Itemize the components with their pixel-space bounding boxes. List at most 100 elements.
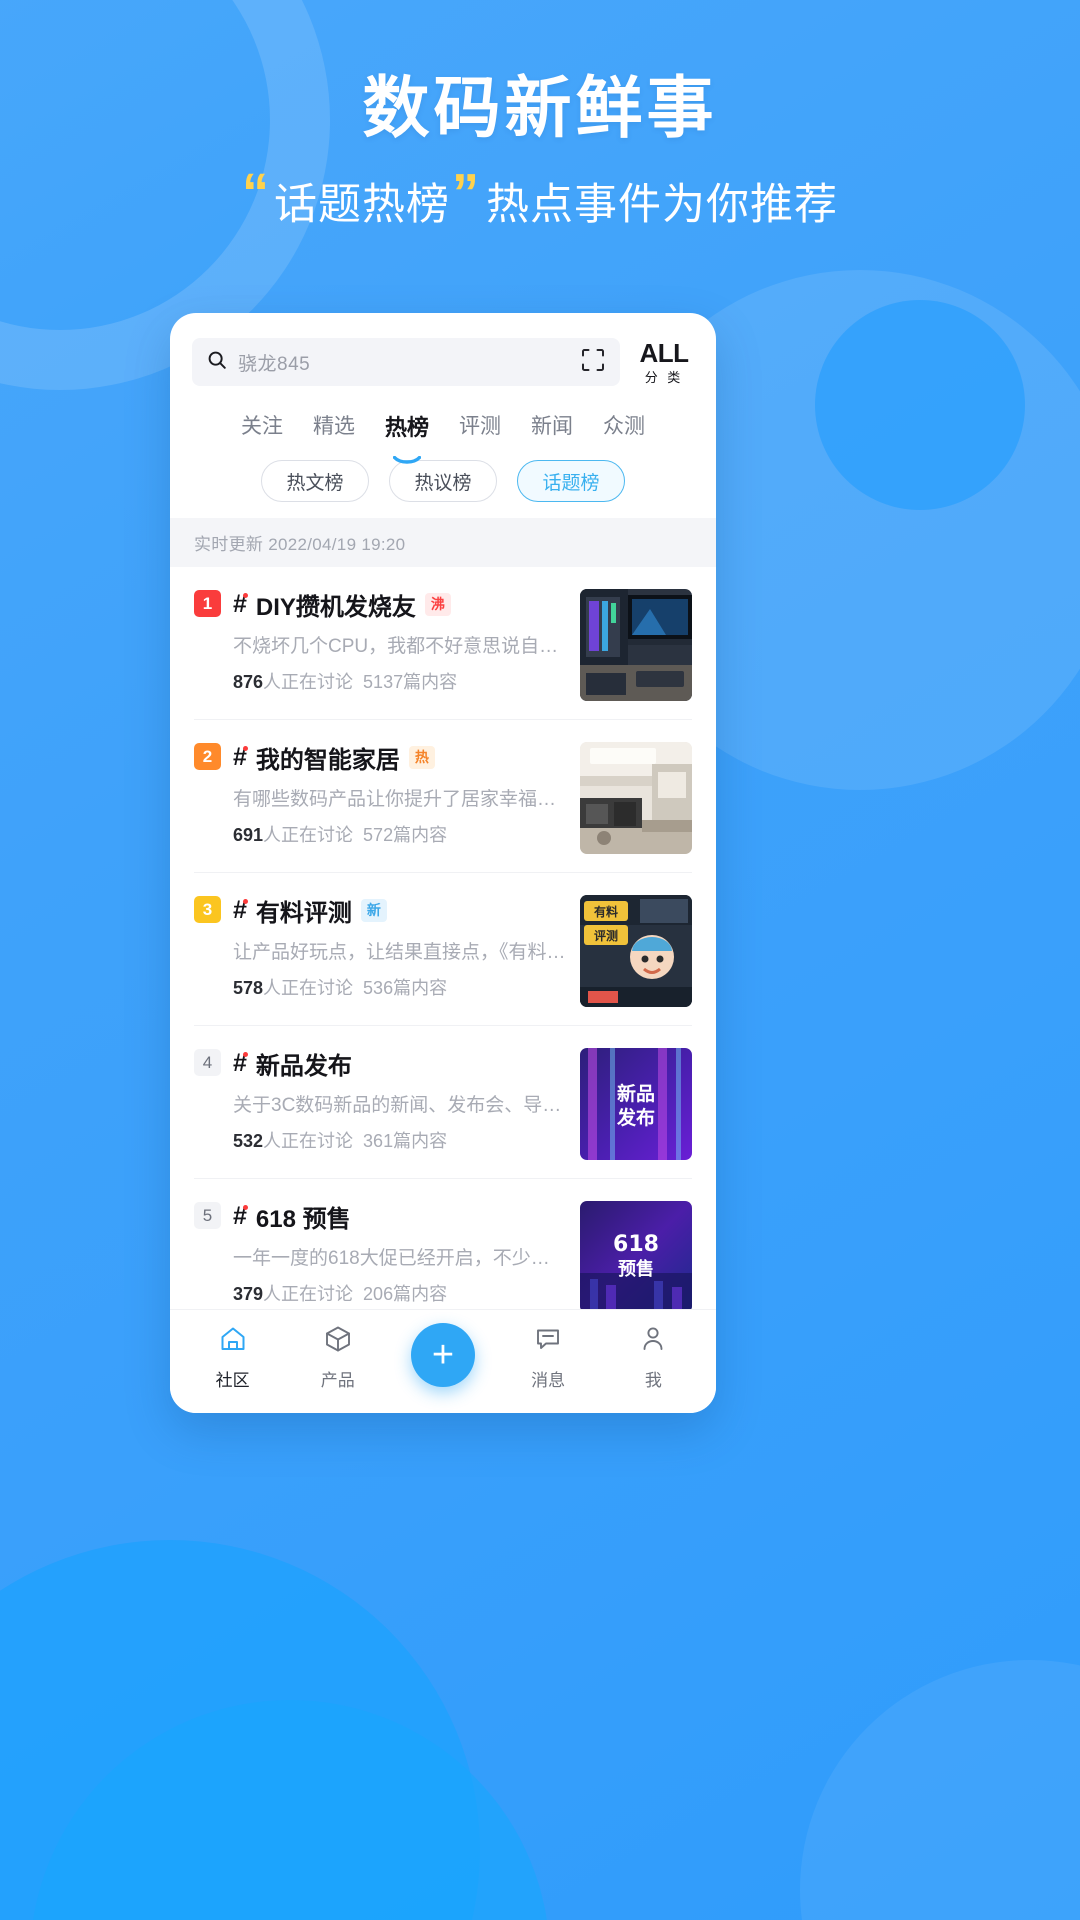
add-button[interactable]: + [410, 1322, 475, 1387]
phone-app-mockup: 骁龙845 ALL 分 类 关注 精选 热榜 评测 新闻 众测 热文榜 热议榜 … [170, 313, 716, 1413]
chip-label: 话题榜 [542, 472, 600, 494]
discussing-suffix: 人正在讨论 [263, 672, 354, 692]
search-input-value: 骁龙845 [238, 353, 311, 375]
tab-active-underline-icon [392, 444, 422, 464]
tab-label: 众测 [603, 415, 645, 438]
svg-text:发布: 发布 [616, 1106, 655, 1129]
discussing-count: 578 [233, 978, 264, 998]
tab-zhongce[interactable]: 众测 [603, 410, 645, 454]
tab-xinwen[interactable]: 新闻 [531, 410, 573, 454]
nav-item-messages[interactable]: 消息 [508, 1324, 588, 1391]
status-badge: 沸 [424, 593, 451, 616]
topic-meta: 532人正在讨论 361篇内容 [233, 1127, 568, 1153]
topic-meta: 379人正在讨论 206篇内容 [233, 1280, 568, 1306]
rank-badge: 1 [194, 590, 221, 617]
topic-description: 一年一度的618大促已经开启，不少产… [233, 1248, 568, 1269]
topic-body: # DIY攒机发烧友 沸 不烧坏几个CPU，我都不好意思说自… 876人正在讨论… [233, 587, 568, 694]
tab-label: 精选 [312, 415, 355, 438]
chip-rewenbang[interactable]: 热文榜 [261, 460, 369, 502]
filter-chip-group: 热文榜 热议榜 话题榜 [170, 454, 716, 518]
hashtag-icon: # [233, 590, 248, 618]
chip-label: 热文榜 [286, 472, 344, 494]
chip-huatibang[interactable]: 话题榜 [517, 460, 625, 502]
topic-title: 有料评测 [255, 900, 352, 927]
all-category-button[interactable]: ALL 分 类 [634, 340, 694, 384]
person-icon [638, 1324, 668, 1359]
topic-title: 我的智能家居 [255, 747, 400, 774]
topic-thumbnail[interactable]: 有料 评测 [580, 895, 692, 1007]
hashtag-icon: # [233, 1049, 248, 1077]
message-icon [533, 1324, 563, 1359]
list-item[interactable]: 5 # 618 预售 一年一度的618大促已经开启，不少产… 379人正在讨论 2… [194, 1179, 692, 1309]
topic-body: # 618 预售 一年一度的618大促已经开启，不少产… 379人正在讨论 206… [233, 1199, 568, 1306]
tab-pingce[interactable]: 评测 [459, 410, 501, 454]
decor-circle-right-solid [815, 300, 1025, 510]
box-icon [323, 1324, 353, 1359]
home-icon [218, 1324, 248, 1359]
chip-reyibang[interactable]: 热议榜 [389, 460, 497, 502]
post-count: 572篇内容 [363, 825, 448, 845]
realtime-update-bar: 实时更新 2022/04/19 19:20 [170, 518, 716, 567]
topic-head: # 新品发布 [233, 1046, 568, 1081]
topic-head: # 我的智能家居 热 [233, 740, 568, 775]
list-item[interactable]: 2 # 我的智能家居 热 有哪些数码产品让你提升了居家幸福指… 691人正在讨论… [194, 720, 692, 873]
nav-item-community[interactable]: 社区 [193, 1324, 273, 1391]
nav-label: 我 [644, 1371, 662, 1390]
post-count: 206篇内容 [363, 1284, 448, 1304]
svg-text:有料: 有料 [594, 904, 618, 919]
list-item[interactable]: 1 # DIY攒机发烧友 沸 不烧坏几个CPU，我都不好意思说自… 876人正在… [194, 567, 692, 720]
hero-section: 数码新鲜事 “ 话题热榜 ” 热点事件为你推荐 [0, 72, 1080, 232]
topic-thumbnail[interactable] [580, 742, 692, 854]
tab-jingxuan[interactable]: 精选 [313, 410, 355, 454]
svg-text:预售: 预售 [618, 1258, 654, 1280]
nav-item-product[interactable]: 产品 [298, 1324, 378, 1391]
nav-item-profile[interactable]: 我 [613, 1324, 693, 1391]
post-count: 536篇内容 [363, 978, 448, 998]
main-tabs: 关注 精选 热榜 评测 新闻 众测 [170, 396, 716, 464]
tab-guanzhu[interactable]: 关注 [241, 410, 283, 454]
all-category-sublabel: 分 类 [644, 370, 684, 385]
discussing-suffix: 人正在讨论 [263, 978, 354, 998]
tab-label: 评测 [459, 415, 501, 438]
update-label: 实时更新 [194, 535, 264, 554]
topic-meta: 691人正在讨论 572篇内容 [233, 821, 568, 847]
scan-code-icon[interactable] [580, 347, 606, 378]
hero-subtitle-highlight: 话题热榜 [274, 180, 450, 229]
discussing-suffix: 人正在讨论 [263, 1131, 354, 1151]
nav-label: 消息 [531, 1371, 566, 1390]
update-timestamp: 2022/04/19 19:20 [268, 535, 406, 554]
hashtag-icon: # [233, 1202, 248, 1230]
page-title: 数码新鲜事 [362, 71, 718, 146]
tab-rebang[interactable]: 热榜 [385, 410, 429, 464]
chip-label: 热议榜 [414, 472, 472, 494]
decor-circle-bottom-right [800, 1660, 1080, 1920]
search-row: 骁龙845 ALL 分 类 [170, 313, 716, 396]
rank-badge: 5 [194, 1202, 221, 1229]
topic-body: # 有料评测 新 让产品好玩点，让结果直接点，《有料… 578人正在讨论 536篇… [233, 893, 568, 1000]
list-item[interactable]: 3 # 有料评测 新 让产品好玩点，让结果直接点，《有料… 578人正在讨论 53… [194, 873, 692, 1026]
svg-text:评测: 评测 [594, 928, 618, 943]
svg-text:618: 618 [613, 1232, 659, 1257]
rank-badge: 3 [194, 896, 221, 923]
hashtag-icon: # [233, 743, 248, 771]
topic-head: # DIY攒机发烧友 沸 [233, 587, 568, 622]
topic-description: 不烧坏几个CPU，我都不好意思说自… [233, 636, 559, 657]
topic-thumbnail[interactable] [580, 589, 692, 701]
list-item[interactable]: 4 # 新品发布 关于3C数码新品的新闻、发布会、导… 532人正在讨论 361篇… [194, 1026, 692, 1179]
discussing-count: 379 [233, 1284, 264, 1304]
topic-thumbnail[interactable]: 618 预售 [580, 1201, 692, 1309]
hashtag-icon: # [233, 896, 248, 924]
all-category-label: ALL [639, 338, 689, 368]
quote-open-icon: “ [242, 162, 270, 223]
topic-meta: 876人正在讨论 5137篇内容 [233, 668, 568, 694]
nav-item-create[interactable]: + [403, 1322, 483, 1393]
topic-title: 新品发布 [255, 1053, 352, 1080]
topic-title: 618 预售 [255, 1206, 351, 1233]
topic-thumbnail[interactable]: 新品 发布 [580, 1048, 692, 1160]
search-input[interactable]: 骁龙845 [192, 338, 620, 386]
hero-subtitle: “ 话题热榜 ” 热点事件为你推荐 [0, 166, 1080, 232]
discussing-suffix: 人正在讨论 [263, 1284, 354, 1304]
svg-text:新品: 新品 [617, 1082, 655, 1105]
topic-head: # 618 预售 [233, 1199, 568, 1234]
tab-label: 关注 [240, 415, 283, 438]
